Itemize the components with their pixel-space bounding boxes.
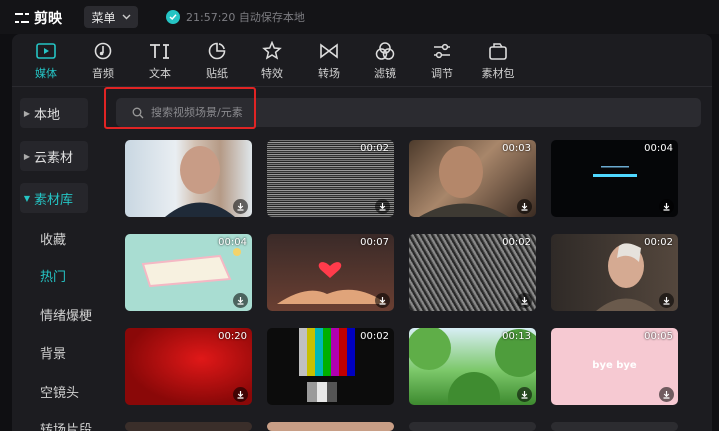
thumbnail-caption: bye bye xyxy=(592,360,637,371)
media-thumbnail[interactable] xyxy=(125,140,252,217)
download-icon[interactable] xyxy=(375,199,390,214)
thumbnail-duration: 00:02 xyxy=(360,331,389,342)
effects-icon xyxy=(261,40,283,62)
sidebar-item-local[interactable]: ▶ 本地 xyxy=(20,98,88,128)
download-icon[interactable] xyxy=(233,293,248,308)
tab-effects[interactable]: 特效 xyxy=(244,40,300,84)
media-thumbnail[interactable] xyxy=(267,422,394,431)
sidebar-item-library[interactable]: ▼ 素材库 xyxy=(20,183,88,213)
thumbnail-duration: 00:13 xyxy=(502,331,531,342)
download-icon[interactable] xyxy=(233,387,248,402)
thumbnail-duration: 00:02 xyxy=(502,237,531,248)
filter-icon xyxy=(374,40,396,62)
title-bar: 剪映 菜单 21:57:20 自动保存本地 xyxy=(0,0,719,34)
tab-adjust-label: 调节 xyxy=(431,67,453,80)
tab-transition[interactable]: 转场 xyxy=(301,40,357,84)
toolbar: 媒体 音频 文本 贴纸 特效 转场 滤镜 调节 素材包 xyxy=(12,34,712,87)
tab-package[interactable]: 素材包 xyxy=(470,40,526,84)
sidebar-item-label: 本地 xyxy=(34,107,61,123)
sidebar: ▶ 本地 ▶ 云素材 ▼ 素材库 收藏 热门 情绪爆梗 背景 空镜头 转场片段 xyxy=(12,86,100,431)
tab-filter-label: 滤镜 xyxy=(374,67,396,80)
adjust-icon xyxy=(431,40,453,62)
thumbnail-duration: 00:02 xyxy=(360,143,389,154)
media-thumbnail[interactable]: 00:02 xyxy=(267,140,394,217)
save-status-text: 21:57:20 自动保存本地 xyxy=(186,11,305,24)
thumbnail-duration: 00:02 xyxy=(644,237,673,248)
thumbnail-duration: 00:20 xyxy=(218,331,247,342)
sidebar-subitem-empty-shot[interactable]: 空镜头 xyxy=(40,382,79,401)
download-icon[interactable] xyxy=(659,387,674,402)
media-thumbnail[interactable]: 00:02 xyxy=(551,234,678,311)
media-thumbnail[interactable]: 00:02 xyxy=(267,328,394,405)
tab-effects-label: 特效 xyxy=(261,67,283,80)
thumbnail-duration: 00:07 xyxy=(360,237,389,248)
download-icon[interactable] xyxy=(517,199,532,214)
tab-sticker[interactable]: 贴纸 xyxy=(189,40,245,84)
text-icon xyxy=(149,40,171,62)
caret-right-icon: ▶ xyxy=(23,108,31,118)
tab-sticker-label: 贴纸 xyxy=(206,67,228,80)
app-name: 剪映 xyxy=(34,11,62,27)
menu-button[interactable]: 菜单 xyxy=(84,6,138,28)
sidebar-subitem-favorites[interactable]: 收藏 xyxy=(40,229,66,248)
sidebar-subitem-transition-clips[interactable]: 转场片段 xyxy=(40,419,92,431)
tab-audio-label: 音频 xyxy=(92,67,114,80)
save-status: 21:57:20 自动保存本地 xyxy=(166,9,305,25)
package-icon xyxy=(487,40,509,62)
thumbnail-duration: 00:05 xyxy=(644,331,673,342)
media-thumbnail[interactable]: 00:20 xyxy=(125,328,252,405)
media-thumbnail[interactable] xyxy=(409,422,536,431)
menu-label: 菜单 xyxy=(91,10,116,25)
media-thumbnail[interactable]: bye bye 00:05 xyxy=(551,328,678,405)
sticker-icon xyxy=(206,40,228,62)
thumbnail-duration: 00:03 xyxy=(502,143,531,154)
download-icon[interactable] xyxy=(517,387,532,402)
capcut-logo-icon xyxy=(15,13,29,23)
material-panel: 媒体 音频 文本 贴纸 特效 转场 滤镜 调节 素材包 ▶ 本地 ▶ 云素材 ▼… xyxy=(12,34,712,431)
media-thumbnail[interactable]: 00:04 xyxy=(551,140,678,217)
tab-adjust[interactable]: 调节 xyxy=(414,40,470,84)
app-logo: 剪映 xyxy=(14,8,62,28)
download-icon[interactable] xyxy=(375,293,390,308)
tab-package-label: 素材包 xyxy=(481,67,515,80)
tab-text-label: 文本 xyxy=(149,67,171,80)
tab-filter[interactable]: 滤镜 xyxy=(357,40,413,84)
sidebar-subitem-emotion-memes[interactable]: 情绪爆梗 xyxy=(40,305,92,324)
sidebar-item-label: 云素材 xyxy=(34,150,74,166)
audio-icon xyxy=(92,40,114,62)
search-input[interactable] xyxy=(149,105,453,120)
media-thumbnail[interactable]: 00:04 xyxy=(125,234,252,311)
media-icon xyxy=(35,40,57,62)
media-thumbnail[interactable]: 00:02 xyxy=(409,234,536,311)
tab-media[interactable]: 媒体 xyxy=(18,40,74,84)
tab-audio[interactable]: 音频 xyxy=(75,40,131,84)
thumbnail-duration: 00:04 xyxy=(218,237,247,248)
search-icon xyxy=(132,107,144,118)
media-thumbnail[interactable]: 00:03 xyxy=(409,140,536,217)
caret-down-icon: ▼ xyxy=(23,193,31,203)
transition-icon xyxy=(318,40,340,62)
download-icon[interactable] xyxy=(659,199,674,214)
media-thumbnail[interactable] xyxy=(551,422,678,431)
tab-transition-label: 转场 xyxy=(318,67,340,80)
media-thumbnail[interactable]: 00:13 xyxy=(409,328,536,405)
thumbnail-duration: 00:04 xyxy=(644,143,673,154)
sidebar-item-cloud[interactable]: ▶ 云素材 xyxy=(20,141,88,171)
sidebar-item-label: 素材库 xyxy=(34,192,74,208)
tab-media-label: 媒体 xyxy=(35,67,57,80)
download-icon[interactable] xyxy=(233,199,248,214)
check-circle-icon xyxy=(166,10,180,24)
download-icon[interactable] xyxy=(659,293,674,308)
download-icon[interactable] xyxy=(517,293,532,308)
search-bar[interactable] xyxy=(116,98,701,127)
sidebar-subitem-hot[interactable]: 热门 xyxy=(40,266,66,285)
tab-text[interactable]: 文本 xyxy=(132,40,188,84)
caret-right-icon: ▶ xyxy=(23,151,31,161)
media-thumbnail[interactable]: 00:07 xyxy=(267,234,394,311)
media-thumbnail[interactable] xyxy=(125,422,252,431)
sidebar-subitem-background[interactable]: 背景 xyxy=(40,343,66,362)
chevron-down-icon xyxy=(122,14,130,20)
